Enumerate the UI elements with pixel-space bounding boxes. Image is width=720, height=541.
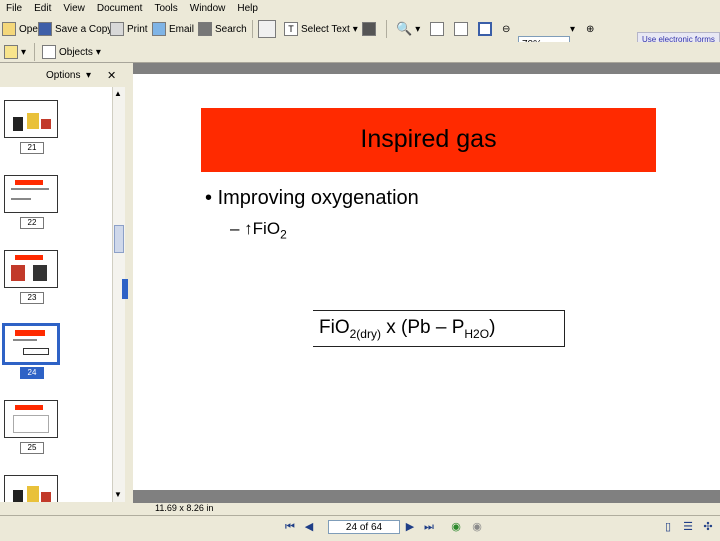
toolbar-separator xyxy=(34,43,35,61)
menu-window[interactable]: Window xyxy=(184,3,232,14)
single-page-icon[interactable]: ▯ xyxy=(662,521,674,533)
chevron-down-icon: ▾ xyxy=(570,23,576,35)
page-icon xyxy=(430,22,444,36)
continuous-icon[interactable]: ☰ xyxy=(682,521,694,533)
main-toolbar: Open Save a Copy Print Email Search T Se… xyxy=(0,16,720,54)
floppy-disk-icon xyxy=(38,22,52,36)
close-icon[interactable]: ✕ xyxy=(107,69,116,82)
scroll-thumb[interactable] xyxy=(114,225,124,253)
menu-bar: File Edit View Document Tools Window Hel… xyxy=(0,0,720,16)
thumbnail-page-22[interactable] xyxy=(4,175,58,213)
fit-width-button[interactable] xyxy=(478,19,492,39)
thumbnail-label-selected[interactable]: 24 xyxy=(20,367,44,379)
slide-title-box: Inspired gas xyxy=(201,108,656,172)
chevron-down-icon[interactable]: ▾ xyxy=(353,24,358,35)
chevron-down-icon[interactable]: ▾ xyxy=(415,24,420,35)
splitter-handle[interactable] xyxy=(122,279,128,299)
next-page-icon[interactable]: ▶ xyxy=(404,521,416,533)
menu-help[interactable]: Help xyxy=(231,3,264,14)
thumbnail-page-25[interactable] xyxy=(4,400,58,438)
previous-page-icon[interactable]: ◀ xyxy=(303,521,315,533)
thumbnail-page-24[interactable] xyxy=(2,323,60,365)
toolbar-separator xyxy=(252,20,253,38)
thumbnail-label[interactable]: 21 xyxy=(20,142,44,154)
scroll-down-icon[interactable]: ▼ xyxy=(114,490,122,499)
page-size-text: 11.69 x 8.26 in xyxy=(155,503,214,513)
email-icon xyxy=(152,22,166,36)
printer-icon xyxy=(110,22,124,36)
chevron-down-icon: ▾ xyxy=(95,46,101,58)
minus-circle-icon: ⊖ xyxy=(502,23,511,35)
slide-bullet-2: – ↑FiO2 xyxy=(230,219,287,242)
magnifier-icon: 🔍 xyxy=(396,21,413,36)
thumbnail-label[interactable]: 25 xyxy=(20,442,44,454)
actual-size-button[interactable] xyxy=(430,19,444,39)
menu-document[interactable]: Document xyxy=(91,3,149,14)
menu-tools[interactable]: Tools xyxy=(148,3,183,14)
comment-icon xyxy=(4,45,18,59)
facing-icon[interactable]: ✣ xyxy=(702,521,714,533)
folder-open-icon xyxy=(2,22,16,36)
hand-tool-button[interactable] xyxy=(258,19,276,39)
hand-icon xyxy=(258,20,276,38)
slide-bullet-1: • Improving oxygenation xyxy=(205,187,419,209)
print-button[interactable]: Print xyxy=(110,19,148,39)
camera-icon xyxy=(362,22,376,36)
last-page-icon[interactable]: ⏭ xyxy=(423,521,435,533)
page-number-field[interactable]: 24 of 64 xyxy=(328,520,400,534)
zoom-in-button[interactable]: 🔍 ▾ xyxy=(396,19,420,39)
menu-edit[interactable]: Edit xyxy=(28,3,57,14)
document-info-bar: 11.69 x 8.26 in xyxy=(133,503,720,515)
zoom-in-plus-button[interactable]: ⊕ xyxy=(586,19,594,39)
panel-splitter[interactable] xyxy=(122,63,133,503)
pages-panel-header: Options ▾ ✕ xyxy=(0,63,125,87)
thumbnail-page-26[interactable] xyxy=(4,475,58,502)
text-cursor-icon: T xyxy=(284,22,298,36)
slide-page: Inspired gas • Improving oxygenation – ↑… xyxy=(133,74,720,490)
chevron-down-icon: ▾ xyxy=(21,46,27,58)
plus-circle-icon: ⊕ xyxy=(586,23,595,35)
navigation-bar: ⏮ ◀ 24 of 64 ▶ ⏭ ◉ ◉ ▯ ☰ ✣ xyxy=(0,515,720,541)
options-menu[interactable]: Options xyxy=(46,70,80,81)
objects-icon xyxy=(42,45,56,59)
snapshot-button[interactable] xyxy=(362,19,376,39)
thumbnail-label[interactable]: 23 xyxy=(20,292,44,304)
thumbnail-page-23[interactable] xyxy=(4,250,58,288)
fit-page-button[interactable] xyxy=(454,19,468,39)
go-back-icon[interactable]: ◉ xyxy=(450,521,462,533)
formula-box: FiO2(dry) x (Pb – PH2O) xyxy=(313,310,565,347)
scroll-up-icon[interactable]: ▲ xyxy=(114,89,122,98)
secondary-toolbar: ▾ Objects ▾ xyxy=(0,42,720,63)
zoom-dropdown[interactable]: ▾ xyxy=(570,19,575,39)
fit-page-icon xyxy=(454,22,468,36)
save-copy-button[interactable]: Save a Copy xyxy=(38,19,112,39)
menu-file[interactable]: File xyxy=(0,3,28,14)
slide-title: Inspired gas xyxy=(360,125,497,153)
zoom-out-button[interactable]: ⊖ xyxy=(502,19,510,39)
fit-width-icon xyxy=(478,22,492,36)
thumbnail-page-21[interactable] xyxy=(4,100,58,138)
toolbar-separator xyxy=(386,20,387,38)
menu-view[interactable]: View xyxy=(57,3,91,14)
select-text-button[interactable]: T Select Text ▾ xyxy=(284,19,358,39)
email-button[interactable]: Email xyxy=(152,19,194,39)
chevron-down-icon[interactable]: ▾ xyxy=(86,70,91,81)
thumbnail-panel: 21 22 23 24 25 xyxy=(0,87,112,502)
tool-buttons[interactable]: ▾ xyxy=(4,42,26,62)
search-button[interactable]: Search xyxy=(198,19,247,39)
first-page-icon[interactable]: ⏮ xyxy=(284,521,296,533)
thumbnail-label[interactable]: 22 xyxy=(20,217,44,229)
binoculars-icon xyxy=(198,22,212,36)
objects-button[interactable]: Objects ▾ xyxy=(42,42,101,62)
go-forward-icon[interactable]: ◉ xyxy=(471,521,483,533)
